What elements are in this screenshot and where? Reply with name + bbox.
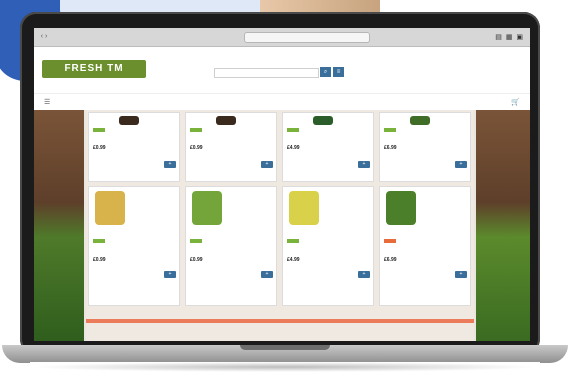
product-price: £4.99 bbox=[287, 145, 300, 151]
search-input[interactable] bbox=[214, 68, 319, 78]
laptop-shadow bbox=[30, 362, 540, 372]
cart-icon[interactable]: 🛒 bbox=[511, 98, 520, 106]
product-image bbox=[386, 191, 416, 225]
product-image bbox=[313, 116, 333, 125]
product-card[interactable]: £4.99 + bbox=[282, 186, 374, 306]
browser-toolbar-icons[interactable]: ▤ ▦ ▣ bbox=[495, 33, 524, 41]
product-image bbox=[95, 191, 125, 225]
product-card[interactable]: £6.99 + bbox=[379, 186, 471, 306]
add-to-cart-button[interactable]: + bbox=[358, 271, 370, 278]
decorative-side-left bbox=[34, 110, 84, 341]
product-badge bbox=[93, 128, 105, 132]
product-card[interactable]: £4.99 + bbox=[282, 112, 374, 182]
site-header: FRESH TM ⌕ ≡ bbox=[34, 47, 530, 93]
product-badge bbox=[384, 128, 396, 132]
product-image bbox=[192, 191, 222, 225]
address-bar[interactable] bbox=[244, 31, 370, 43]
product-price: £0.99 bbox=[93, 257, 106, 263]
product-price: £6.99 bbox=[384, 145, 397, 151]
product-price: £0.99 bbox=[190, 257, 203, 263]
product-badge bbox=[287, 239, 299, 243]
product-image bbox=[289, 191, 319, 225]
add-to-cart-button[interactable]: + bbox=[164, 271, 176, 278]
product-grid: £0.99 + £0.99 + £4.99 + £6.99 + £0.99 + … bbox=[86, 110, 474, 341]
product-card[interactable]: £0.99 + bbox=[88, 112, 180, 182]
product-badge bbox=[190, 128, 202, 132]
site-logo[interactable]: FRESH TM bbox=[42, 60, 146, 78]
add-to-cart-button[interactable]: + bbox=[358, 161, 370, 168]
product-card[interactable]: £0.99 + bbox=[88, 186, 180, 306]
product-image bbox=[216, 116, 236, 125]
product-badge bbox=[384, 239, 396, 243]
product-card[interactable]: £0.99 + bbox=[185, 186, 277, 306]
product-card[interactable]: £6.99 + bbox=[379, 112, 471, 182]
add-to-cart-button[interactable]: + bbox=[455, 271, 467, 278]
product-badge bbox=[190, 239, 202, 243]
product-price: £4.99 bbox=[287, 257, 300, 263]
product-badge bbox=[287, 128, 299, 132]
product-price: £6.99 bbox=[384, 257, 397, 263]
product-badge bbox=[93, 239, 105, 243]
promo-strip bbox=[86, 319, 474, 323]
product-price: £0.99 bbox=[190, 145, 203, 151]
add-to-cart-button[interactable]: + bbox=[261, 161, 273, 168]
product-card[interactable]: £0.99 + bbox=[185, 112, 277, 182]
product-image bbox=[119, 116, 139, 125]
menu-icon[interactable]: ☰ bbox=[44, 98, 50, 106]
add-to-cart-button[interactable]: + bbox=[455, 161, 467, 168]
main-navigation: ☰ 🛒 bbox=[34, 93, 530, 110]
add-to-cart-button[interactable]: + bbox=[164, 161, 176, 168]
decorative-side-right bbox=[476, 110, 530, 341]
browser-toolbar: ‹ › ▤ ▦ ▣ bbox=[34, 28, 530, 47]
laptop-notch bbox=[240, 345, 330, 350]
laptop-screen: ‹ › ▤ ▦ ▣ FRESH TM ⌕ ≡ ☰ 🛒 £0.99 + £0.99… bbox=[34, 28, 530, 341]
product-image bbox=[410, 116, 430, 125]
add-to-cart-button[interactable]: + bbox=[261, 271, 273, 278]
browser-nav-icons[interactable]: ‹ › bbox=[40, 33, 48, 41]
filter-button[interactable]: ≡ bbox=[333, 67, 344, 77]
product-price: £0.99 bbox=[93, 145, 106, 151]
search-button[interactable]: ⌕ bbox=[320, 67, 331, 77]
